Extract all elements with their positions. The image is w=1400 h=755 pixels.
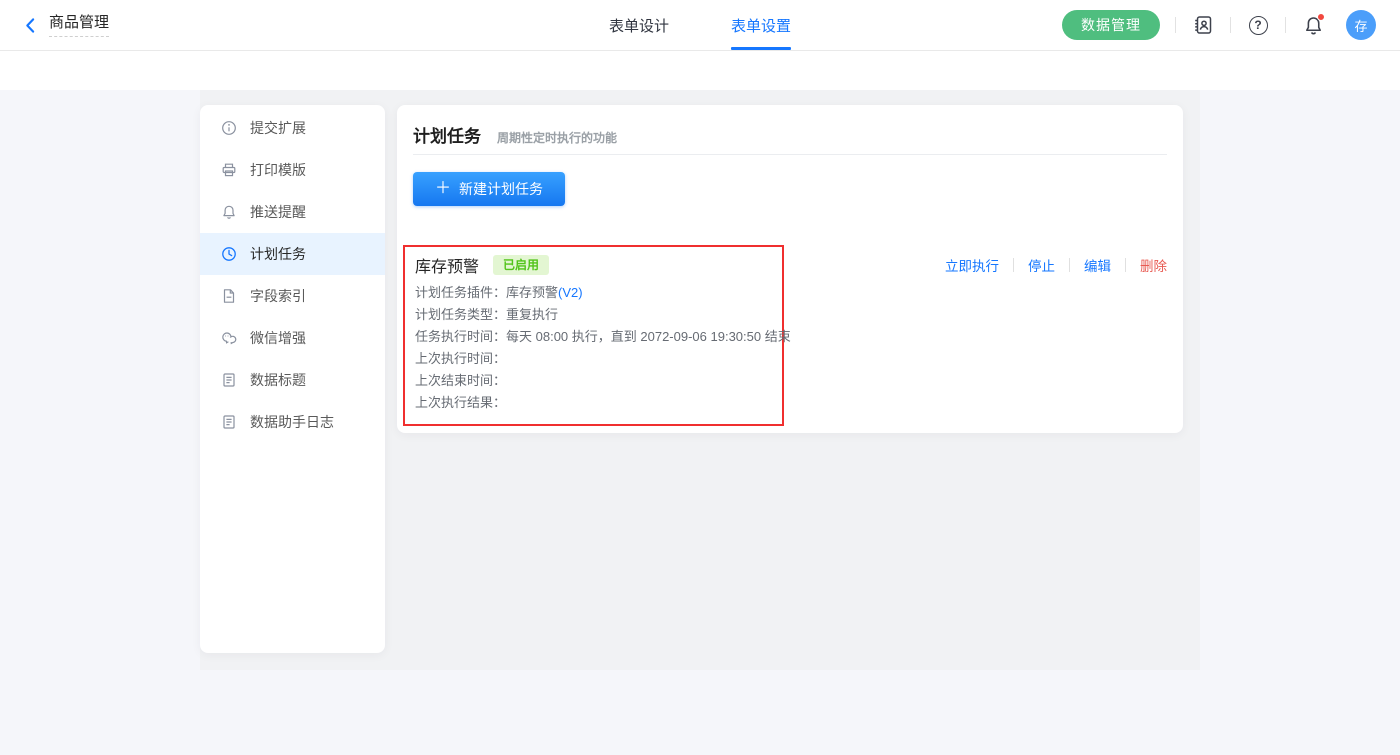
sidebar-item-print-template[interactable]: 打印模版 bbox=[200, 149, 385, 191]
plus-icon: ＋ bbox=[435, 181, 451, 197]
sidebar-item-label: 字段索引 bbox=[250, 286, 306, 306]
sidebar-item-data-assistant-log[interactable]: 数据助手日志 bbox=[200, 401, 385, 443]
edit-link[interactable]: 编辑 bbox=[1084, 255, 1111, 275]
divider bbox=[1230, 17, 1231, 33]
scheduled-task-panel: 计划任务 周期性定时执行的功能 ＋ 新建计划任务 库存预警 已启用 计划任务插件… bbox=[397, 105, 1183, 433]
task-detail-schedule: 任务执行时间：每天 08:00 执行，直到 2072-09-06 19:30:5… bbox=[415, 326, 772, 348]
sidebar-item-field-index[interactable]: 字段索引 bbox=[200, 275, 385, 317]
run-now-link[interactable]: 立即执行 bbox=[945, 255, 999, 275]
divider bbox=[1013, 258, 1014, 272]
header-tabs: 表单设计 表单设置 bbox=[609, 0, 791, 50]
info-icon bbox=[221, 120, 237, 136]
delete-link[interactable]: 删除 bbox=[1140, 255, 1167, 275]
page-icon bbox=[221, 288, 237, 304]
status-badge: 已启用 bbox=[493, 255, 549, 275]
notification-bell-icon[interactable] bbox=[1301, 13, 1325, 37]
panel-title: 计划任务 bbox=[413, 122, 481, 147]
avatar[interactable]: 存 bbox=[1346, 10, 1376, 40]
header-right: 数据管理 ? 存 bbox=[1062, 0, 1376, 50]
help-icon[interactable]: ? bbox=[1246, 13, 1270, 37]
clock-icon bbox=[221, 246, 237, 262]
form-title[interactable]: 商品管理 bbox=[49, 13, 109, 37]
task-actions: 立即执行 停止 编辑 删除 bbox=[945, 255, 1167, 275]
content-area: 提交扩展 打印模版 推送提醒 bbox=[200, 90, 1200, 670]
sidebar-item-scheduled-task[interactable]: 计划任务 bbox=[200, 233, 385, 275]
data-manage-button[interactable]: 数据管理 bbox=[1062, 10, 1160, 40]
tab-form-design[interactable]: 表单设计 bbox=[609, 0, 669, 50]
sidebar-item-submit-extension[interactable]: 提交扩展 bbox=[200, 107, 385, 149]
new-scheduled-task-button[interactable]: ＋ 新建计划任务 bbox=[413, 172, 565, 206]
stop-link[interactable]: 停止 bbox=[1028, 255, 1055, 275]
bell-icon bbox=[221, 204, 237, 220]
sidebar-item-label: 数据助手日志 bbox=[250, 412, 334, 432]
task-detail-last-run: 上次执行时间： bbox=[415, 348, 772, 370]
sidebar-item-label: 微信增强 bbox=[250, 328, 306, 348]
wechat-icon bbox=[221, 330, 237, 346]
plugin-version-link[interactable]: (V2) bbox=[558, 285, 583, 300]
panel-subtitle: 周期性定时执行的功能 bbox=[497, 129, 617, 146]
settings-sidebar: 提交扩展 打印模版 推送提醒 bbox=[200, 105, 385, 653]
task-details: 计划任务插件：库存预警(V2) 计划任务类型：重复执行 任务执行时间：每天 08… bbox=[415, 282, 772, 414]
task-header: 库存预警 已启用 bbox=[415, 253, 772, 277]
printer-icon bbox=[221, 162, 237, 178]
divider bbox=[1069, 258, 1070, 272]
top-bar: 商品管理 表单设计 表单设置 数据管理 ? 存 bbox=[0, 0, 1400, 51]
sidebar-item-label: 计划任务 bbox=[250, 244, 306, 264]
back-button[interactable] bbox=[22, 17, 39, 34]
notification-badge bbox=[1317, 13, 1325, 21]
header-left: 商品管理 bbox=[22, 0, 109, 50]
sidebar-item-push-reminder[interactable]: 推送提醒 bbox=[200, 191, 385, 233]
task-detail-last-result: 上次执行结果： bbox=[415, 392, 772, 414]
list-doc-icon bbox=[221, 372, 237, 388]
list-doc-icon bbox=[221, 414, 237, 430]
sidebar-item-wechat-enhance[interactable]: 微信增强 bbox=[200, 317, 385, 359]
task-detail-last-end: 上次结束时间： bbox=[415, 370, 772, 392]
task-name: 库存预警 bbox=[415, 253, 479, 277]
back-chevron-icon bbox=[22, 17, 39, 34]
divider bbox=[1285, 17, 1286, 33]
tab-form-settings[interactable]: 表单设置 bbox=[731, 0, 791, 50]
sidebar-item-label: 打印模版 bbox=[250, 160, 306, 180]
divider bbox=[1125, 258, 1126, 272]
panel-header: 计划任务 周期性定时执行的功能 bbox=[413, 105, 1167, 155]
task-detail-type: 计划任务类型：重复执行 bbox=[415, 304, 772, 326]
sidebar-item-label: 数据标题 bbox=[250, 370, 306, 390]
task-detail-plugin: 计划任务插件：库存预警(V2) bbox=[415, 282, 772, 304]
sidebar-item-label: 提交扩展 bbox=[250, 118, 306, 138]
divider bbox=[1175, 17, 1176, 33]
task-highlight-box: 库存预警 已启用 计划任务插件：库存预警(V2) 计划任务类型：重复执行 任务执… bbox=[403, 245, 784, 426]
sidebar-item-data-title[interactable]: 数据标题 bbox=[200, 359, 385, 401]
contacts-icon[interactable] bbox=[1191, 13, 1215, 37]
sidebar-item-label: 推送提醒 bbox=[250, 202, 306, 222]
task-item: 库存预警 已启用 计划任务插件：库存预警(V2) 计划任务类型：重复执行 任务执… bbox=[413, 245, 1167, 426]
